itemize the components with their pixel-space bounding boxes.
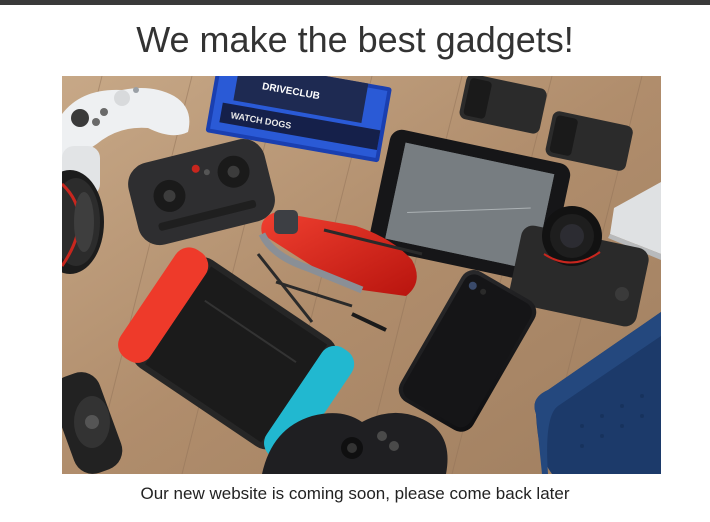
- page-headline: We make the best gadgets!: [136, 19, 574, 60]
- page-tagline: Our new website is coming soon, please c…: [140, 484, 570, 503]
- top-bar: [0, 0, 710, 5]
- hero-image: DRIVECLUB WATCH DOGS: [62, 76, 661, 474]
